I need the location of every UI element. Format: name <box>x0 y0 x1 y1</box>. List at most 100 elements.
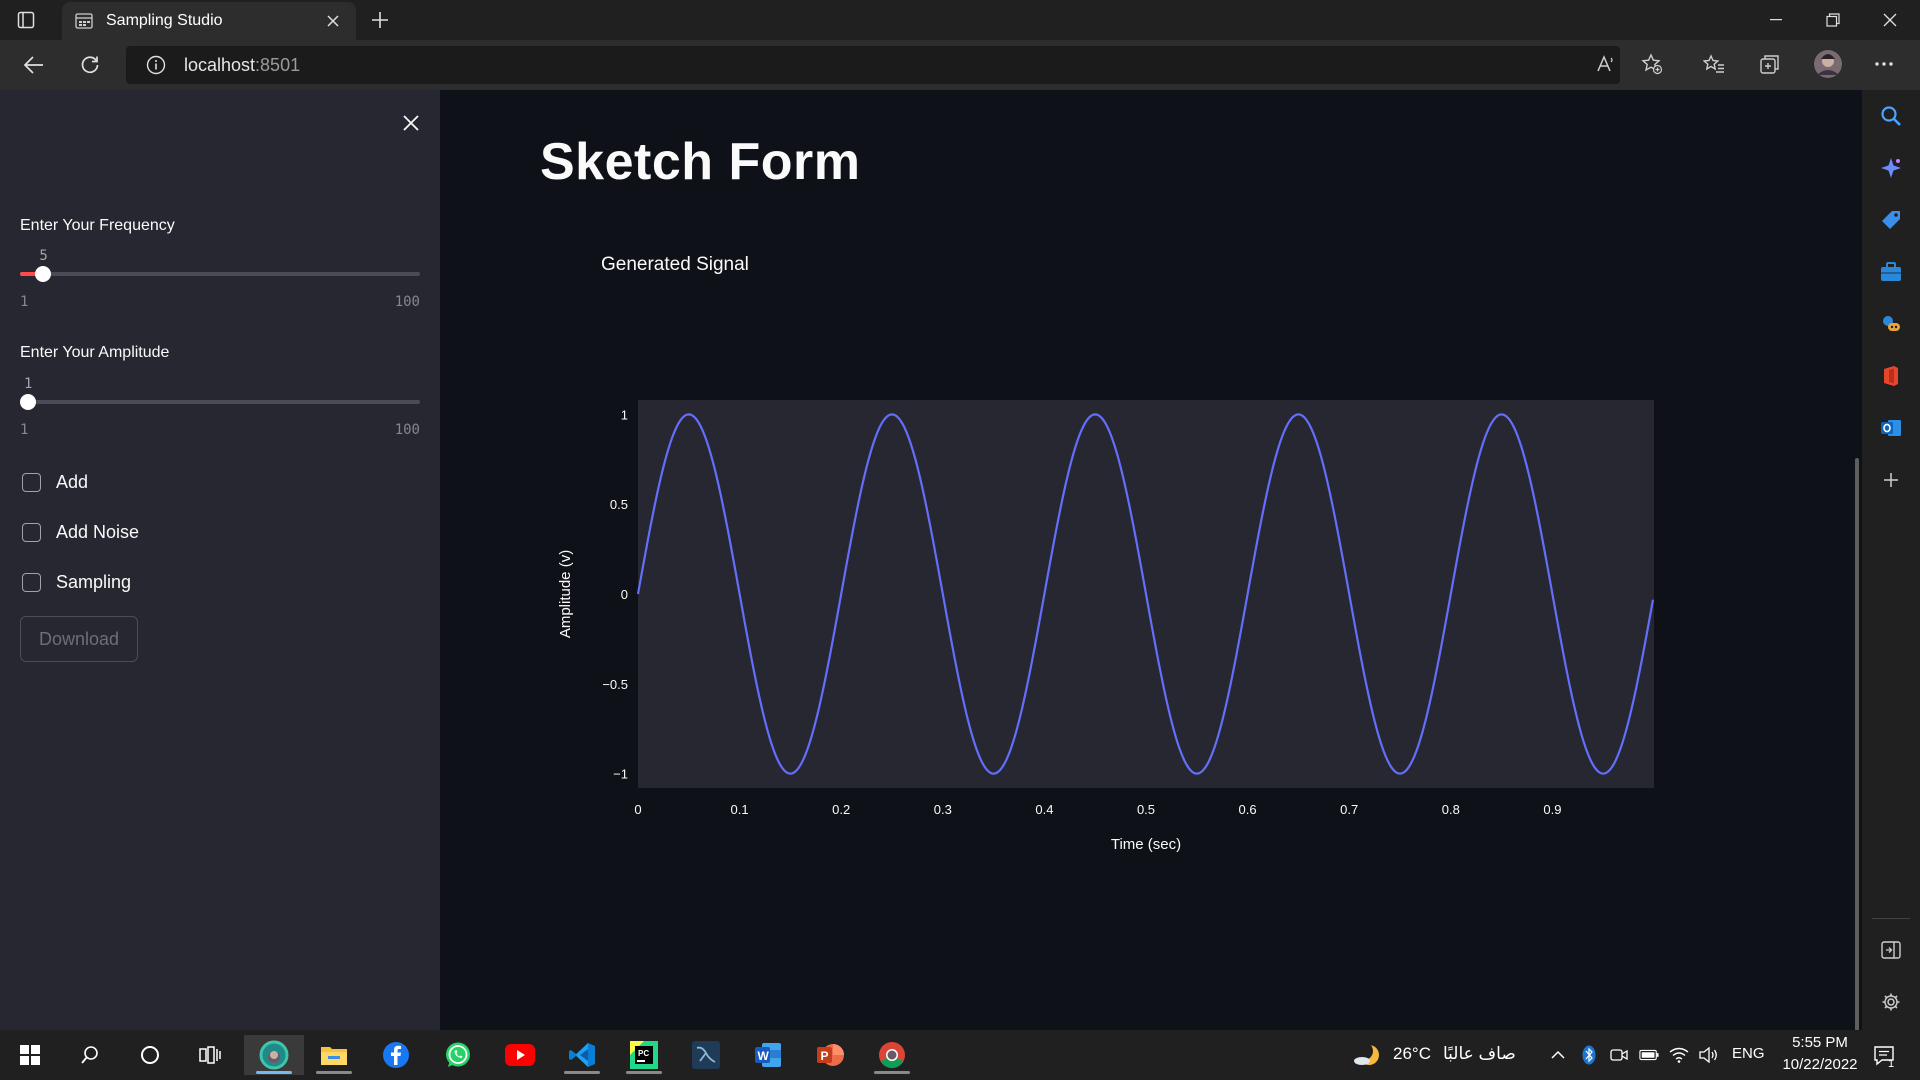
x-tick-label: 0.8 <box>1442 802 1460 817</box>
show-hidden-icons-chevron-icon[interactable] <box>1548 1045 1568 1065</box>
meet-now-icon[interactable] <box>1609 1045 1629 1065</box>
amplitude-slider-thumb[interactable] <box>20 394 36 410</box>
collections-icon[interactable] <box>1752 46 1788 82</box>
vscode-icon[interactable] <box>552 1035 612 1075</box>
add-noise-checkbox-label[interactable]: Add Noise <box>56 522 139 543</box>
page-scrollbar[interactable] <box>1852 180 1862 1030</box>
add-sidebar-app-icon[interactable] <box>1877 466 1905 494</box>
hide-sidebar-icon[interactable] <box>1877 936 1905 964</box>
svg-text:P: P <box>821 1049 829 1063</box>
y-tick-label: −1 <box>613 767 628 782</box>
search-icon[interactable] <box>1877 102 1905 130</box>
amplitude-slider-track[interactable] <box>20 400 420 404</box>
add-noise-checkbox-box[interactable] <box>22 522 41 542</box>
sampling-checkbox-label[interactable]: Sampling <box>56 572 131 593</box>
discover-sparkle-icon[interactable] <box>1877 154 1905 182</box>
site-info-icon[interactable] <box>146 55 166 75</box>
notification-count: 1 <box>1888 1058 1895 1070</box>
y-tick-label: 0.5 <box>610 497 628 512</box>
windows-start-icon[interactable] <box>0 1035 60 1075</box>
more-options-icon[interactable] <box>1866 46 1902 82</box>
address-bar: localhost:8501 <box>0 40 1920 90</box>
x-axis-label: Time (sec) <box>1111 836 1181 853</box>
chrome-icon[interactable] <box>862 1035 922 1075</box>
add-checkbox-label[interactable]: Add <box>56 472 88 493</box>
y-axis-ticks: 1 0.5 0 −0.5 −1 <box>602 407 628 781</box>
games-icon[interactable] <box>1877 310 1905 338</box>
tab-actions-icon[interactable] <box>14 8 38 32</box>
file-explorer-icon[interactable] <box>304 1035 364 1075</box>
url-text: localhost:8501 <box>184 55 300 76</box>
url-port: :8501 <box>255 54 301 75</box>
clock-time[interactable]: 5:55 PM <box>1785 1034 1855 1051</box>
wifi-icon[interactable] <box>1669 1045 1689 1065</box>
pycharm-icon[interactable]: PC <box>614 1035 674 1075</box>
app-favicon-icon <box>74 11 94 31</box>
cortana-icon[interactable] <box>120 1035 180 1075</box>
running-app-indicator <box>564 1071 600 1074</box>
favorites-icon[interactable] <box>1696 46 1732 82</box>
url-field[interactable]: localhost:8501 <box>126 46 1620 84</box>
restore-icon[interactable] <box>1805 0 1861 40</box>
edge-sidebar <box>1862 90 1920 1030</box>
new-tab-icon[interactable] <box>366 8 394 32</box>
volume-icon[interactable] <box>1699 1045 1719 1065</box>
sampling-checkbox-box[interactable] <box>22 572 41 592</box>
close-sidebar-icon[interactable] <box>398 110 424 136</box>
x-tick-label: 0.9 <box>1543 802 1561 817</box>
facebook-icon[interactable] <box>366 1035 426 1075</box>
frequency-max: 100 <box>394 294 420 310</box>
chart-title: Generated Signal <box>601 254 749 275</box>
frequency-slider-thumb[interactable] <box>35 266 52 282</box>
signal-chart[interactable]: 1 0.5 0 −0.5 −1 0 0.1 0.2 0.3 0.4 0.5 0.6 0.7 0.8 0.9… <box>540 300 1670 860</box>
language-indicator[interactable]: ENG <box>1732 1045 1765 1062</box>
powerpoint-icon[interactable]: P <box>800 1035 860 1075</box>
taskbar-edge-icon[interactable] <box>244 1035 304 1075</box>
bluetooth-icon[interactable] <box>1579 1045 1599 1065</box>
whatsapp-icon[interactable] <box>428 1035 488 1075</box>
edge-sidebar-divider <box>1872 918 1910 919</box>
back-icon[interactable] <box>18 49 50 81</box>
download-button[interactable]: Download <box>20 616 138 662</box>
clock-date[interactable]: 10/22/2022 <box>1772 1056 1868 1073</box>
x-tick-label: 0.3 <box>934 802 952 817</box>
close-tab-icon[interactable] <box>322 10 344 32</box>
shopping-tag-icon[interactable] <box>1877 206 1905 234</box>
outlook-icon[interactable] <box>1877 414 1905 442</box>
browser-tab[interactable]: Sampling Studio <box>62 2 356 40</box>
tab-title: Sampling Studio <box>106 12 223 29</box>
task-view-icon[interactable] <box>180 1035 240 1075</box>
tools-briefcase-icon[interactable] <box>1877 258 1905 286</box>
refresh-icon[interactable] <box>74 49 106 81</box>
mysql-workbench-icon[interactable] <box>676 1035 736 1075</box>
weather-condition[interactable]: صاف عالبًا <box>1443 1044 1516 1064</box>
add-checkbox[interactable]: Add <box>22 469 88 495</box>
word-icon[interactable]: W <box>738 1035 798 1075</box>
weather-temperature[interactable]: 26°C <box>1393 1044 1431 1064</box>
add-favorite-icon[interactable] <box>1634 46 1670 82</box>
weather-moon-icon[interactable] <box>1352 1040 1382 1070</box>
battery-icon[interactable] <box>1639 1045 1659 1065</box>
add-checkbox-box[interactable] <box>22 472 41 492</box>
settings-gear-icon[interactable] <box>1877 988 1905 1016</box>
minimize-icon[interactable] <box>1748 0 1804 40</box>
read-aloud-icon[interactable] <box>1588 46 1624 82</box>
running-app-indicator <box>316 1071 352 1074</box>
youtube-icon[interactable] <box>490 1035 550 1075</box>
running-app-indicator <box>874 1071 910 1074</box>
app-sidebar: Enter Your Frequency 5 1 100 Enter Your … <box>0 90 440 1030</box>
office-icon[interactable] <box>1877 362 1905 390</box>
close-window-icon[interactable] <box>1862 0 1918 40</box>
amplitude-max: 100 <box>394 422 420 438</box>
amplitude-value: 1 <box>24 376 33 392</box>
x-tick-label: 0.4 <box>1035 802 1053 817</box>
sampling-checkbox[interactable]: Sampling <box>22 569 131 595</box>
running-app-indicator <box>626 1071 662 1074</box>
profile-avatar[interactable] <box>1810 46 1846 82</box>
frequency-slider-track[interactable] <box>20 272 420 276</box>
page-scrollbar-thumb[interactable] <box>1855 458 1859 1030</box>
add-noise-checkbox[interactable]: Add Noise <box>22 519 139 545</box>
taskbar-search-icon[interactable] <box>60 1035 120 1075</box>
frequency-slider[interactable]: 5 1 100 <box>20 248 420 310</box>
amplitude-slider[interactable]: 1 1 100 <box>20 376 420 438</box>
